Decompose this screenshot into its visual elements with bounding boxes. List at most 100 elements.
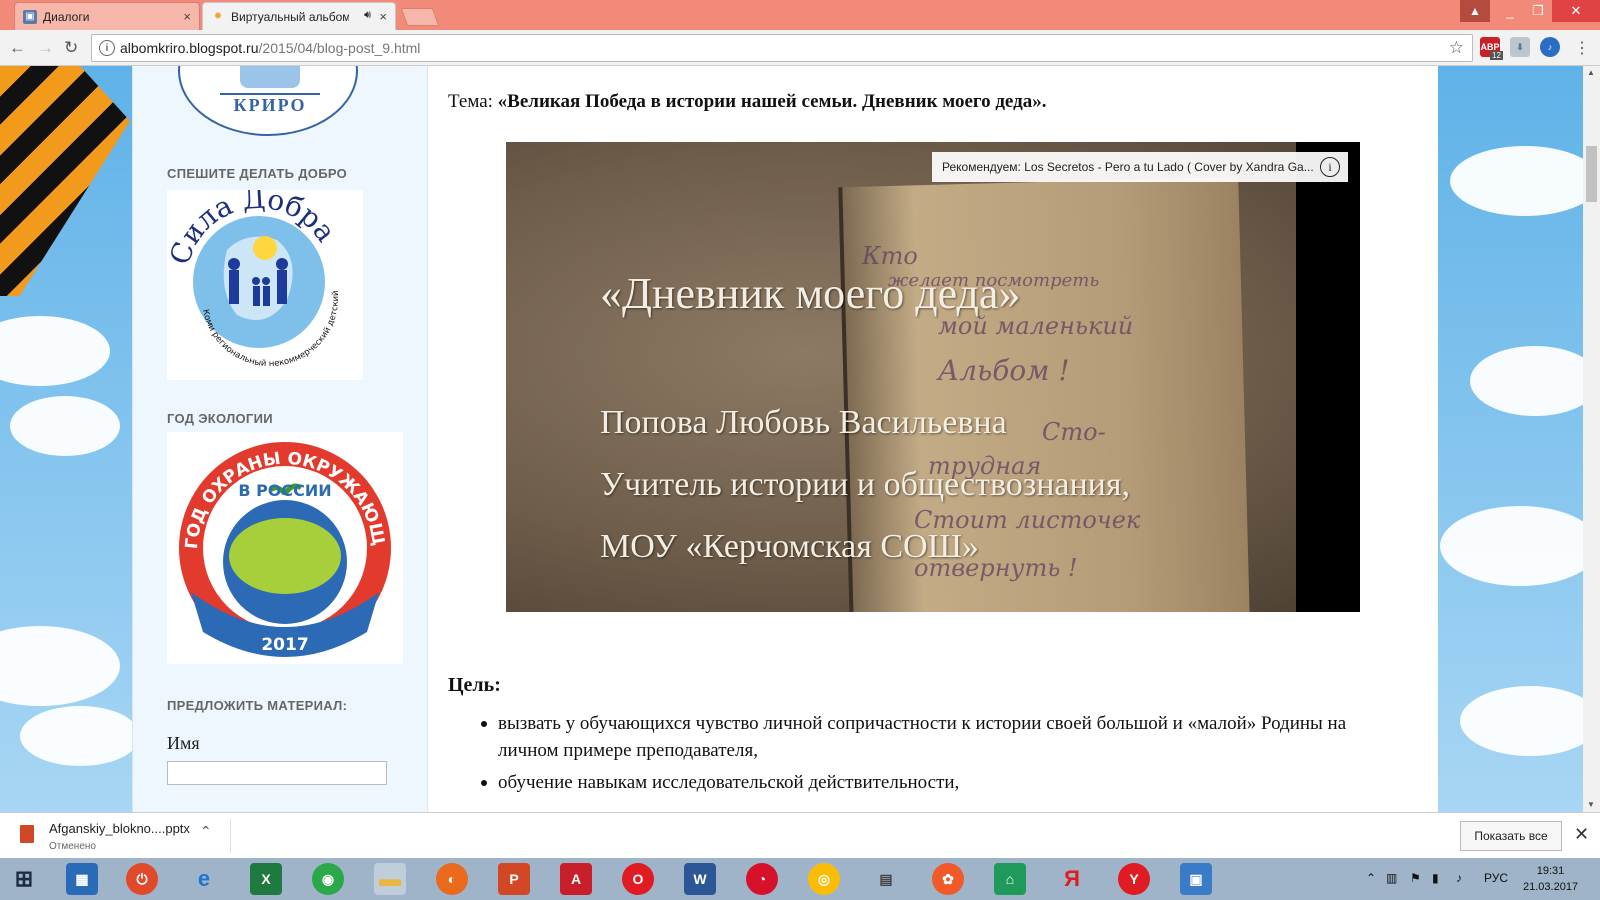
download-ext-icon[interactable]: ⬇ xyxy=(1510,37,1530,57)
close-icon[interactable]: × xyxy=(379,9,387,24)
battery-icon[interactable]: ▮ xyxy=(1432,871,1439,885)
download-bar: Afganskiy_blokno....pptx Отменено ⌃ Пока… xyxy=(0,812,1600,858)
vk-icon: ▣ xyxy=(23,9,37,24)
scroll-thumb[interactable] xyxy=(1586,146,1597,202)
tab-bar: ▣ Диалоги × ✹ Виртуальный альбом 🔊︎ × ▲ … xyxy=(0,0,1600,30)
acrobat-icon[interactable]: A xyxy=(560,863,592,895)
volume-icon[interactable]: ♪ xyxy=(1456,871,1462,885)
theme-prefix: Тема: xyxy=(448,91,498,112)
info-icon[interactable]: i xyxy=(99,40,115,56)
recommendation-text: Рекомендуем: Los Secretos - Pero a tu La… xyxy=(942,160,1314,174)
video-recommendation[interactable]: Рекомендуем: Los Secretos - Pero a tu La… xyxy=(932,152,1348,182)
firefox-icon[interactable]: ◐ xyxy=(436,863,468,895)
forward-icon[interactable]: → xyxy=(37,38,54,58)
pptx-file-icon xyxy=(20,825,34,843)
list-item: обучение навыкам исследовательской дейст… xyxy=(481,769,1378,796)
close-icon[interactable]: × xyxy=(183,9,191,24)
page-viewport: КРИРО СПЕШИТЕ ДЕЛАТЬ ДОБРО Сила Добра Ко… xyxy=(0,66,1583,812)
download-filename[interactable]: Afganskiy_blokno....pptx xyxy=(49,821,190,836)
maximize-button[interactable]: ❐ xyxy=(1524,0,1552,22)
language-indicator[interactable]: РУС xyxy=(1484,871,1508,885)
chrome-icon[interactable]: ◎ xyxy=(808,863,840,895)
yandex-browser-icon[interactable]: Y xyxy=(1118,863,1150,895)
music-ext-icon[interactable]: ♪ xyxy=(1540,37,1560,57)
st-george-ribbon xyxy=(0,66,130,296)
taskview-icon[interactable]: ▦ xyxy=(66,863,98,895)
page-scrollbar[interactable]: ▲ ▼ xyxy=(1583,66,1600,812)
url-path: /2015/04/blog-post_9.html xyxy=(258,40,421,56)
tab-label: Виртуальный альбом xyxy=(231,9,349,24)
close-window-button[interactable]: ✕ xyxy=(1552,0,1600,22)
start-icon[interactable]: ⊞ xyxy=(8,863,40,895)
folder-icon[interactable]: ▬ xyxy=(374,863,406,895)
clock[interactable]: 19:31 21.03.2017 xyxy=(1523,863,1578,895)
eco-year-text: 2017 xyxy=(261,635,308,655)
widget-title-dobro: СПЕШИТЕ ДЕЛАТЬ ДОБРО xyxy=(167,166,348,181)
chevron-up-icon[interactable]: ⌃ xyxy=(200,823,212,840)
power-icon[interactable]: ⏻ xyxy=(126,863,158,895)
video-role: Учитель истории и обществознания, xyxy=(600,466,1131,503)
goal-list: вызвать у обучающихся чувство личной соп… xyxy=(481,710,1378,801)
browser-toolbar: ← → ↻ i albomkriro.blogspot.ru/2015/04/b… xyxy=(0,30,1600,66)
handwriting-line: Сто- xyxy=(1042,418,1106,446)
powerpoint-icon[interactable]: P xyxy=(498,863,530,895)
cloud-decoration xyxy=(20,706,140,766)
sila-dobra-logo[interactable]: Сила Добра Коми региональный некоммерчес… xyxy=(163,181,363,380)
opera-icon[interactable]: O xyxy=(622,863,654,895)
kriro-label: КРИРО xyxy=(220,93,320,119)
control-panel-icon[interactable]: ▣ xyxy=(1180,863,1212,895)
map-icon xyxy=(240,66,300,88)
show-all-button[interactable]: Показать все xyxy=(1460,821,1562,851)
archive-icon[interactable]: ▤ xyxy=(870,863,902,895)
video-school: МОУ «Керчомская СОШ» xyxy=(600,528,979,565)
eco-emblem: ГОД ОХРАНЫ ОКРУЖАЮЩЕЙ СРЕДЫ В РОССИИ 201… xyxy=(158,415,391,657)
speaker-icon[interactable]: 🔊︎ xyxy=(364,9,371,22)
network-icon[interactable]: ▥ xyxy=(1386,871,1397,885)
back-icon[interactable]: ← xyxy=(9,38,26,58)
eco-year-logo[interactable]: ГОД ОХРАНЫ ОКРУЖАЮЩЕЙ СРЕДЫ В РОССИИ 201… xyxy=(158,415,403,664)
taskbar: ⊞ ▦ ⏻ e X ◉ ▬ ◐ P A O W ◔ ◎ ▤ ✿ ⌂ Я Y ▣ … xyxy=(0,858,1600,900)
scroll-down-icon[interactable]: ▼ xyxy=(1587,800,1595,809)
clock-time: 19:31 xyxy=(1536,865,1565,877)
handwriting-line: Альбом ! xyxy=(938,354,1070,387)
ie-icon[interactable]: e xyxy=(188,863,220,895)
app-icon[interactable]: ⌂ xyxy=(994,863,1026,895)
eco-mid-text: В РОССИИ xyxy=(238,481,331,500)
scroll-up-icon[interactable]: ▲ xyxy=(1587,68,1595,77)
excel-icon[interactable]: X xyxy=(250,863,282,895)
radio-icon[interactable]: ◉ xyxy=(312,863,344,895)
media-player-icon[interactable]: ✿ xyxy=(932,863,964,895)
reload-icon[interactable]: ↻ xyxy=(64,38,78,58)
download-status: Отменено xyxy=(49,841,96,852)
profile-icon[interactable]: ▲ xyxy=(1460,0,1490,22)
address-bar[interactable]: i albomkriro.blogspot.ru/2015/04/blog-po… xyxy=(91,34,1473,62)
yandex-icon[interactable]: Я xyxy=(1056,863,1088,895)
adblock-count: 12 xyxy=(1490,51,1503,60)
bookmark-star-icon[interactable]: ☆ xyxy=(1449,38,1464,58)
word-icon[interactable]: W xyxy=(684,863,716,895)
video-title: «Дневник моего деда» xyxy=(600,269,1021,318)
cloud-decoration xyxy=(0,316,110,386)
minimize-button[interactable]: _ xyxy=(1496,0,1524,22)
sun-icon: ✹ xyxy=(213,11,223,22)
sila-dobra-emblem: Сила Добра Коми региональный некоммерчес… xyxy=(163,181,343,369)
cloud-decoration xyxy=(0,626,120,706)
name-label: Имя xyxy=(167,733,200,753)
widget-title-submit: ПРЕДЛОЖИТЬ МАТЕРИАЛ: xyxy=(167,698,348,713)
name-input[interactable] xyxy=(167,761,387,785)
tab-label: Диалоги xyxy=(43,9,90,24)
list-item: вызвать у обучающихся чувство личной соп… xyxy=(481,710,1378,764)
flag-icon[interactable]: ⚑ xyxy=(1410,871,1421,885)
tab-dialogs[interactable]: ▣ Диалоги × xyxy=(14,2,200,30)
menu-icon[interactable]: ⋮ xyxy=(1574,38,1590,58)
video-letterbox xyxy=(1296,142,1360,612)
info-icon[interactable]: i xyxy=(1320,157,1340,177)
vodafone-icon[interactable]: ◔ xyxy=(746,863,778,895)
video-player[interactable]: Кто желает посмотреть мой маленький Альб… xyxy=(506,142,1360,612)
tray-chevron-icon[interactable]: ⌃ xyxy=(1366,871,1376,885)
close-icon[interactable]: ✕ xyxy=(1574,824,1589,845)
tab-virtual-album[interactable]: ✹ Виртуальный альбом 🔊︎ × xyxy=(202,2,396,30)
cloud-decoration xyxy=(1450,146,1583,216)
new-tab-button[interactable] xyxy=(400,8,440,26)
theme-title: «Великая Победа в истории нашей семьи. Д… xyxy=(497,91,1047,112)
